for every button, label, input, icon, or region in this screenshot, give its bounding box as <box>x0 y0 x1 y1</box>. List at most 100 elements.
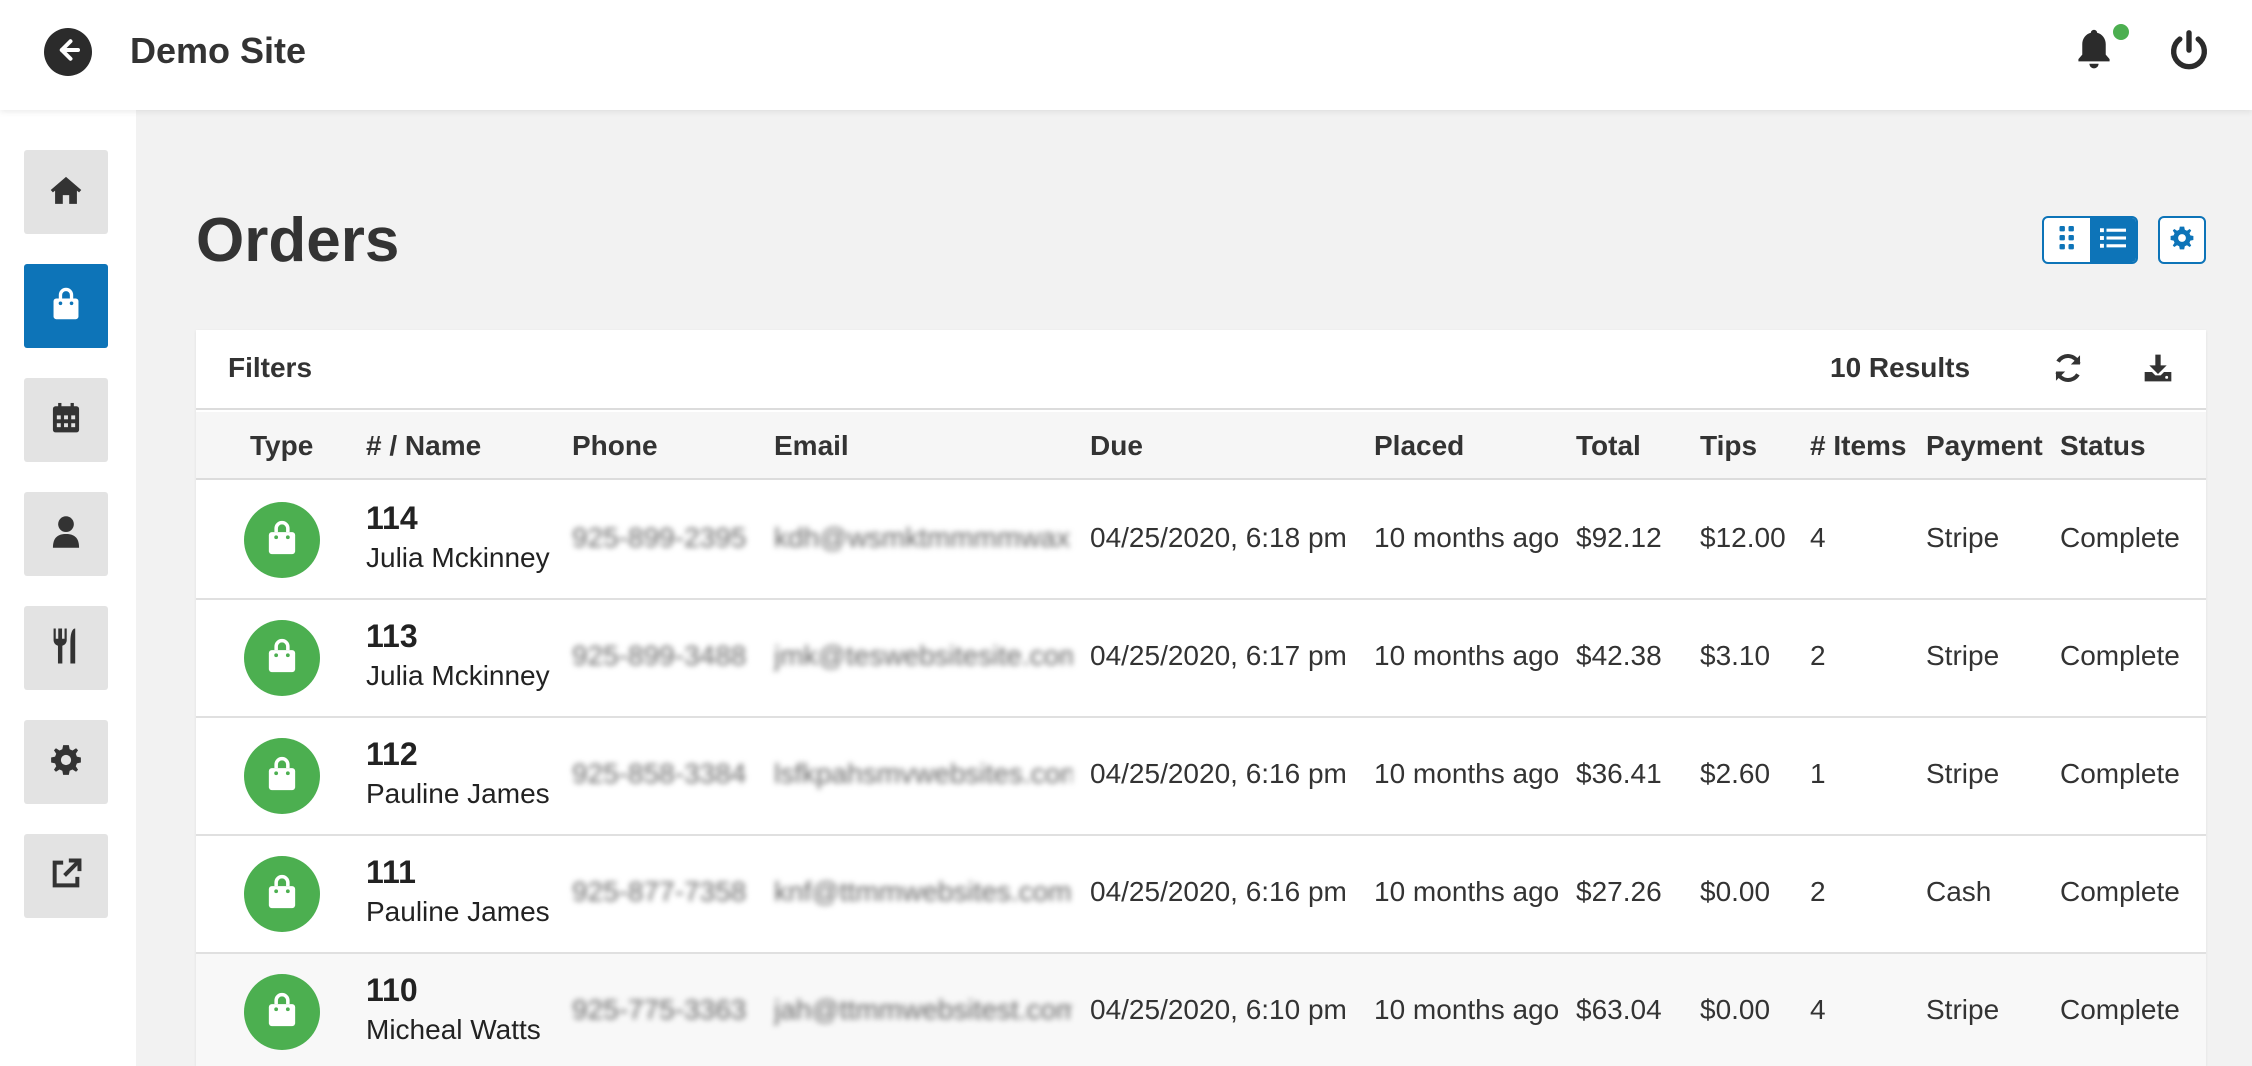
list-view-button[interactable] <box>2090 218 2136 262</box>
order-total: $63.04 <box>1576 994 1662 1025</box>
table-settings-button[interactable] <box>2158 216 2206 264</box>
customer-phone: 925-775-3363 <box>572 994 747 1025</box>
order-type-badge <box>244 620 320 696</box>
customer-phone: 925-899-2395 <box>572 522 747 553</box>
customer-email: jmk@teswebsitesite.com <box>774 640 1072 671</box>
placed-time: 10 months ago <box>1374 522 1560 553</box>
column-header-total[interactable]: Total <box>1576 430 1641 462</box>
customer-name: Pauline James <box>366 778 550 809</box>
sidebar-item-home[interactable] <box>24 150 108 234</box>
due-date: 04/25/2020, 6:18 pm <box>1090 522 1347 553</box>
column-header-type[interactable]: Type <box>250 430 313 462</box>
sidebar-item-menu[interactable] <box>24 606 108 690</box>
due-date: 04/25/2020, 6:10 pm <box>1090 994 1347 1025</box>
table-row[interactable]: 113 Julia Mckinney 925-899-3488 jmk@tesw… <box>196 600 2206 718</box>
order-total: $92.12 <box>1576 522 1662 553</box>
column-header-placed[interactable]: Placed <box>1374 430 1464 462</box>
customer-email: jah@ttmmwebsitest.com <box>774 994 1072 1025</box>
shopping-bag-icon <box>264 755 300 798</box>
table-row[interactable]: 111 Pauline James 925-877-7358 knf@ttmmw… <box>196 836 2206 954</box>
grid-view-button[interactable] <box>2044 218 2090 262</box>
external-link-icon <box>49 857 83 896</box>
order-status: Complete <box>2060 640 2180 671</box>
table-row[interactable]: 112 Pauline James 925-858-3384 lsfkpahsm… <box>196 718 2206 836</box>
order-status: Complete <box>2060 994 2180 1025</box>
filters-toggle[interactable]: Filters <box>228 352 312 384</box>
gear-icon <box>49 743 83 782</box>
download-button[interactable] <box>2138 350 2178 390</box>
table-row[interactable]: 114 Julia Mckinney 925-899-2395 kdh@wsmk… <box>196 482 2206 600</box>
item-count: 4 <box>1810 994 1826 1025</box>
power-button[interactable] <box>2166 28 2212 74</box>
home-icon <box>48 174 84 211</box>
payment-method: Stripe <box>1926 758 2000 789</box>
order-tips: $2.60 <box>1700 758 1771 789</box>
order-tips: $12.00 <box>1700 522 1786 553</box>
customer-email: lsfkpahsmvwebsites.com <box>774 758 1072 789</box>
sidebar-item-calendar[interactable] <box>24 378 108 462</box>
column-header-due[interactable]: Due <box>1090 430 1143 462</box>
payment-method: Stripe <box>1926 640 2000 671</box>
due-date: 04/25/2020, 6:16 pm <box>1090 758 1347 789</box>
order-status: Complete <box>2060 522 2180 553</box>
download-icon <box>2142 352 2174 389</box>
order-type-badge <box>244 856 320 932</box>
due-date: 04/25/2020, 6:16 pm <box>1090 876 1347 907</box>
table-header: Type # / Name Phone Email Due Placed Tot… <box>196 412 2206 480</box>
list-icon <box>2100 227 2126 254</box>
sidebar-item-settings[interactable] <box>24 720 108 804</box>
placed-time: 10 months ago <box>1374 994 1560 1025</box>
sidebar-item-external[interactable] <box>24 834 108 918</box>
order-number[interactable]: 114 <box>366 500 418 537</box>
order-number[interactable]: 112 <box>366 736 418 773</box>
order-tips: $3.10 <box>1700 640 1771 671</box>
payment-method: Cash <box>1926 876 1992 907</box>
order-tips: $0.00 <box>1700 994 1771 1025</box>
sidebar-item-orders[interactable] <box>24 264 108 348</box>
order-number[interactable]: 113 <box>366 618 418 655</box>
column-header-name[interactable]: # / Name <box>366 430 481 462</box>
customer-name: Micheal Watts <box>366 1014 541 1045</box>
order-type-badge <box>244 974 320 1050</box>
refresh-button[interactable] <box>2048 350 2088 390</box>
order-type-badge <box>244 738 320 814</box>
customer-name: Julia Mckinney <box>366 660 550 691</box>
shopping-bag-icon <box>264 873 300 916</box>
order-type-badge <box>244 502 320 578</box>
orders-panel: Filters 10 Results Type # / Name Phone E… <box>196 330 2206 1066</box>
column-header-phone[interactable]: Phone <box>572 430 658 462</box>
customer-name: Pauline James <box>366 896 550 927</box>
order-total: $36.41 <box>1576 758 1662 789</box>
view-toggle <box>2042 216 2138 264</box>
order-total: $42.38 <box>1576 640 1662 671</box>
grid-dots-icon <box>2059 225 2075 255</box>
notifications-button[interactable] <box>2072 26 2116 74</box>
back-button[interactable] <box>44 28 92 76</box>
sidebar-item-users[interactable] <box>24 492 108 576</box>
payment-method: Stripe <box>1926 522 2000 553</box>
customer-phone: 925-899-3488 <box>572 640 747 671</box>
top-bar: Demo Site <box>0 0 2252 110</box>
order-tips: $0.00 <box>1700 876 1771 907</box>
column-header-tips[interactable]: Tips <box>1700 430 1757 462</box>
calendar-icon <box>50 401 82 440</box>
gear-icon <box>2169 225 2195 256</box>
order-status: Complete <box>2060 758 2180 789</box>
order-number[interactable]: 111 <box>366 854 416 891</box>
panel-header: Filters 10 Results <box>196 330 2206 410</box>
order-number[interactable]: 110 <box>366 972 418 1009</box>
column-header-items[interactable]: # Items <box>1810 430 1907 462</box>
page-title: Orders <box>196 206 400 275</box>
shopping-bag-icon <box>264 991 300 1034</box>
placed-time: 10 months ago <box>1374 640 1560 671</box>
table-row[interactable]: 110 Micheal Watts 925-775-3363 jah@ttmmw… <box>196 954 2206 1066</box>
column-header-status[interactable]: Status <box>2060 430 2146 462</box>
item-count: 1 <box>1810 758 1826 789</box>
column-header-payment[interactable]: Payment <box>1926 430 2043 462</box>
customer-phone: 925-858-3384 <box>572 758 747 789</box>
results-count: 10 Results <box>1830 352 1971 383</box>
notification-dot <box>2111 22 2131 42</box>
column-header-email[interactable]: Email <box>774 430 849 462</box>
item-count: 2 <box>1810 640 1826 671</box>
payment-method: Stripe <box>1926 994 2000 1025</box>
